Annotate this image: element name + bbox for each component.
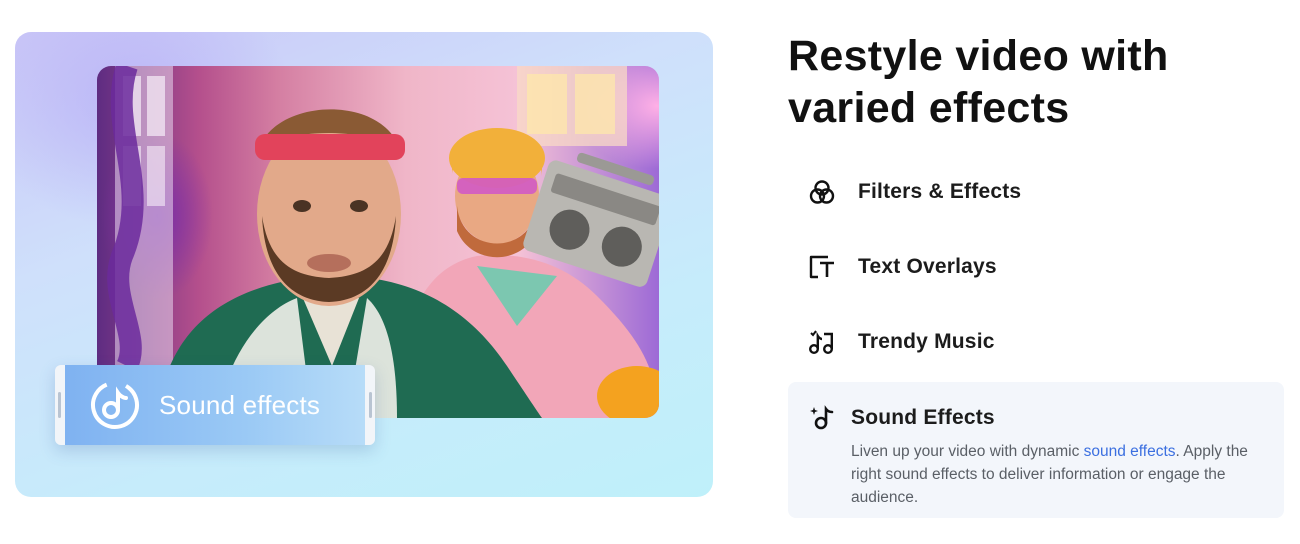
chip-left-handle[interactable] — [58, 392, 61, 418]
feature-label: Trendy Music — [858, 330, 995, 353]
sound-effects-link[interactable]: sound effects — [1084, 443, 1176, 460]
chip-label: Sound effects — [159, 389, 321, 420]
sound-effect-icon — [808, 404, 836, 432]
feature-item-text-overlays[interactable]: Text Overlays — [788, 251, 1284, 283]
section-headline: Restyle video with varied effects — [788, 32, 1169, 132]
text-overlay-icon — [808, 253, 836, 281]
description-text: Liven up your video with dynamic — [851, 443, 1084, 460]
feature-description: Liven up your video with dynamic sound e… — [851, 440, 1271, 509]
video-showcase: Sound effects — [15, 32, 713, 497]
music-notes-icon — [808, 328, 836, 356]
feature-label: Sound Effects — [851, 406, 995, 429]
feature-label: Text Overlays — [858, 255, 997, 278]
feature-section: Sound effects Restyle video with varied … — [0, 0, 1300, 544]
music-note-circle-icon — [89, 379, 141, 431]
feature-label: Filters & Effects — [858, 180, 1022, 203]
feature-item-filters-effects[interactable]: Filters & Effects — [788, 176, 1284, 208]
sound-effects-chip[interactable]: Sound effects — [55, 365, 375, 445]
feature-item-sound-effects[interactable]: Sound Effects Liven up your video with d… — [788, 382, 1284, 518]
chip-right-handle[interactable] — [369, 392, 372, 418]
filters-icon — [808, 178, 836, 206]
feature-item-trendy-music[interactable]: Trendy Music — [788, 326, 1284, 358]
